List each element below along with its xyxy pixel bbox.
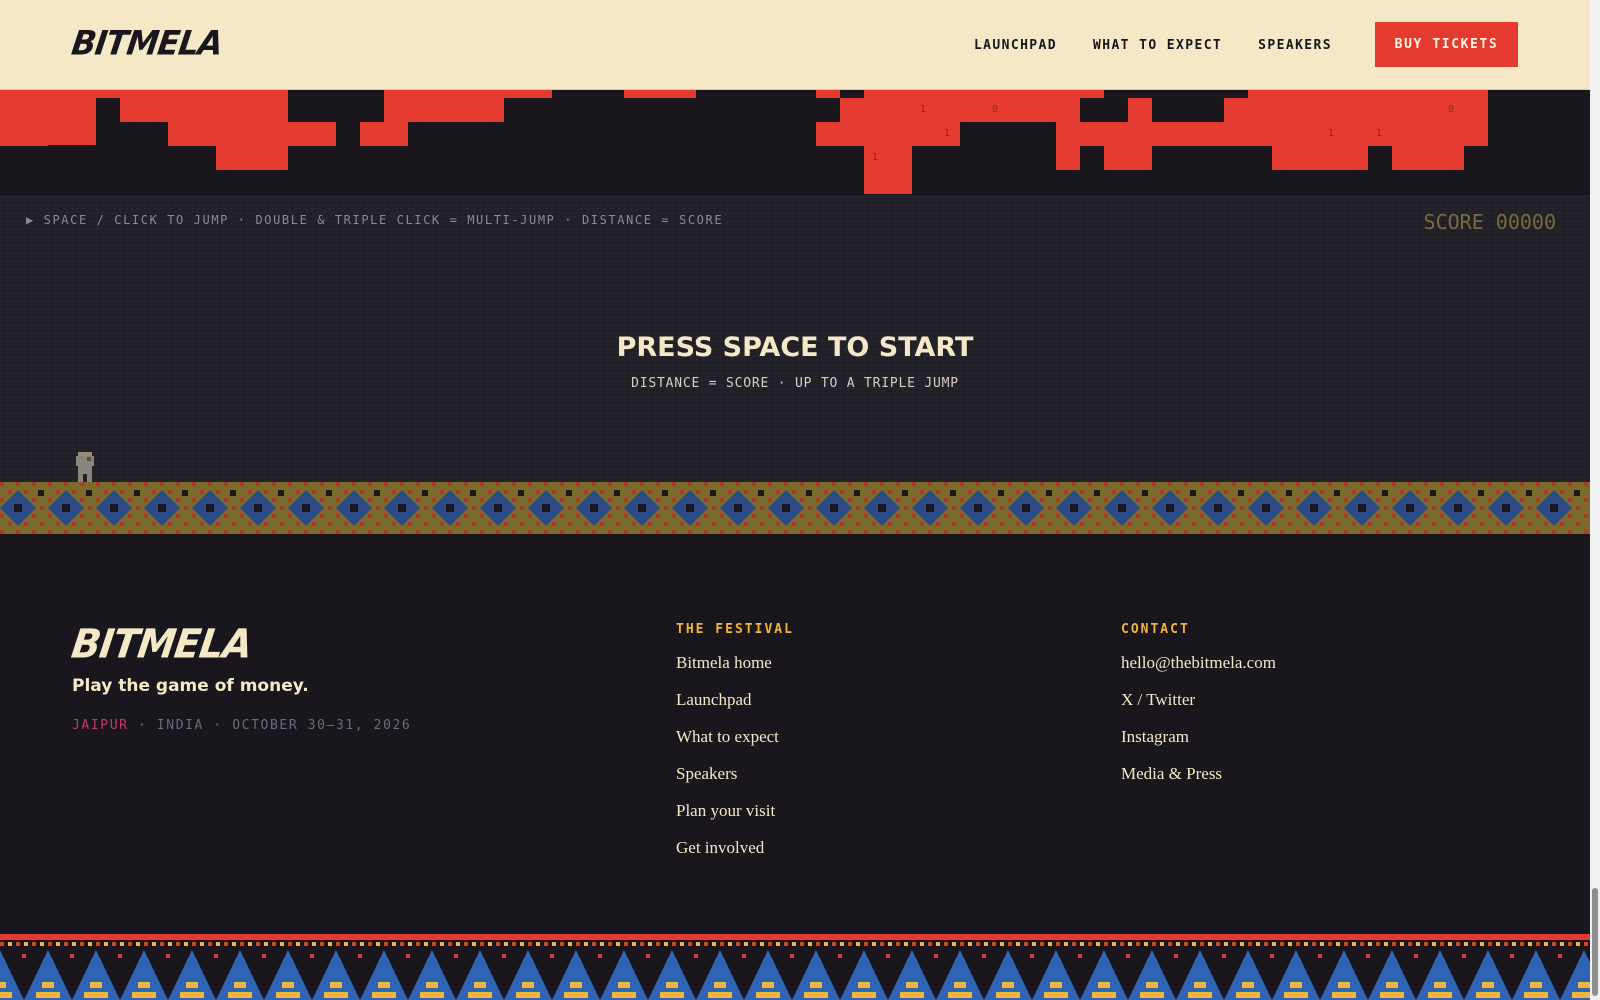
tagline: Play the game of money. bbox=[72, 676, 309, 696]
runner-game[interactable]: 1 0 1 1 1 1 0 ▶ SPACE / CLICK TO JUMP · … bbox=[0, 90, 1590, 534]
controls-hint: ▶ SPACE / CLICK TO JUMP · DOUBLE & TRIPL… bbox=[26, 213, 724, 227]
buy-tickets-button[interactable]: BUY TICKETS bbox=[1375, 22, 1518, 67]
skyline-digit: 1 bbox=[872, 152, 878, 163]
city-name: JAIPUR bbox=[72, 718, 129, 733]
link-speakers[interactable]: Speakers bbox=[676, 764, 794, 801]
nav-launchpad[interactable]: LAUNCHPAD bbox=[974, 38, 1057, 53]
site-footer: BITMELA Play the game of money. JAIPUR ·… bbox=[0, 534, 1590, 934]
nav-what-to-expect[interactable]: WHAT TO EXPECT bbox=[1093, 38, 1222, 53]
footer-logo[interactable]: BITMELA bbox=[69, 621, 255, 667]
link-launchpad[interactable]: Launchpad bbox=[676, 690, 794, 727]
skyline-digit: 1 bbox=[1376, 128, 1382, 139]
link-instagram[interactable]: Instagram bbox=[1121, 727, 1276, 764]
link-bitmela-home[interactable]: Bitmela home bbox=[676, 653, 794, 690]
link-media-press[interactable]: Media & Press bbox=[1121, 764, 1276, 801]
contact-links: CONTACT hello@thebitmela.com X / Twitter… bbox=[1121, 622, 1276, 801]
skyline-digit: 1 bbox=[920, 104, 926, 115]
skyline-digit: 0 bbox=[1448, 104, 1454, 115]
player-sprite bbox=[76, 452, 94, 482]
event-dates: · INDIA · OCTOBER 30–31, 2026 bbox=[128, 718, 412, 733]
score-display: SCORE 00000 bbox=[1423, 210, 1556, 234]
link-get-involved[interactable]: Get involved bbox=[676, 838, 794, 875]
event-location: JAIPUR · INDIA · OCTOBER 30–31, 2026 bbox=[72, 718, 411, 733]
start-prompt: PRESS SPACE TO START bbox=[616, 332, 974, 363]
link-plan-your-visit[interactable]: Plan your visit bbox=[676, 801, 794, 838]
link-what-to-expect[interactable]: What to expect bbox=[676, 727, 794, 764]
festival-heading: THE FESTIVAL bbox=[676, 622, 794, 637]
link-twitter[interactable]: X / Twitter bbox=[1121, 690, 1276, 727]
page-scrollbar[interactable] bbox=[1590, 0, 1600, 1000]
festival-links: THE FESTIVAL Bitmela home Launchpad What… bbox=[676, 622, 794, 875]
site-header: BITMELA LAUNCHPAD WHAT TO EXPECT SPEAKER… bbox=[0, 0, 1590, 90]
patterned-ground bbox=[0, 482, 1590, 534]
scrollbar-thumb[interactable] bbox=[1592, 888, 1598, 996]
skyline-digit: 1 bbox=[1328, 128, 1334, 139]
decorative-bottom-band bbox=[0, 934, 1590, 1000]
bitmela-logo[interactable]: BITMELA bbox=[69, 23, 225, 63]
nav-speakers[interactable]: SPEAKERS bbox=[1258, 38, 1332, 53]
skyline-digit: 1 bbox=[944, 128, 950, 139]
contact-heading: CONTACT bbox=[1121, 622, 1190, 637]
start-subtitle: DISTANCE = SCORE · UP TO A TRIPLE JUMP bbox=[631, 376, 959, 391]
main-nav: LAUNCHPAD WHAT TO EXPECT SPEAKERS bbox=[974, 0, 1332, 90]
link-email[interactable]: hello@thebitmela.com bbox=[1121, 653, 1276, 690]
skyline-digit: 0 bbox=[992, 104, 998, 115]
pixel-skyline: 1 0 1 1 1 1 0 bbox=[0, 90, 1488, 194]
